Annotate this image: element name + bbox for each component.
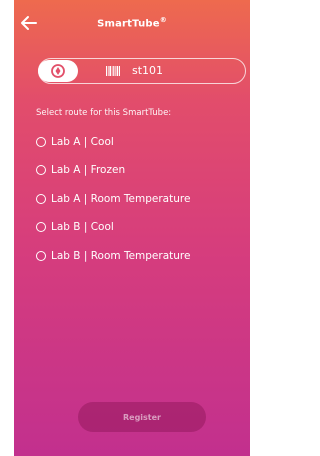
- registered-mark: ®: [159, 16, 167, 24]
- radio-icon[interactable]: [36, 251, 46, 261]
- scan-icon: [51, 64, 65, 78]
- scan-button[interactable]: [38, 60, 78, 82]
- radio-icon[interactable]: [36, 137, 46, 147]
- radio-icon[interactable]: [36, 194, 46, 204]
- radio-icon[interactable]: [36, 165, 46, 175]
- page-title-text: SmartTube: [97, 18, 160, 30]
- route-label: Lab A | Frozen: [51, 164, 126, 176]
- route-option[interactable]: Lab B | Cool: [36, 221, 114, 233]
- route-option[interactable]: Lab A | Cool: [36, 136, 114, 148]
- register-button[interactable]: Register: [78, 402, 206, 432]
- route-label: Lab A | Room Temperature: [51, 193, 191, 205]
- route-option[interactable]: Lab B | Room Temperature: [36, 250, 190, 262]
- route-option[interactable]: Lab A | Frozen: [36, 164, 125, 176]
- phone-screen: SmartTube® st101 Select route for this S…: [14, 0, 250, 456]
- route-label: Lab B | Cool: [51, 221, 114, 233]
- barcode-icon: [106, 66, 120, 76]
- route-option[interactable]: Lab A | Room Temperature: [36, 193, 190, 205]
- page-title: SmartTube®: [14, 16, 250, 29]
- radio-icon[interactable]: [36, 222, 46, 232]
- route-label: Lab B | Room Temperature: [51, 250, 191, 262]
- route-prompt: Select route for this SmartTube:: [36, 108, 172, 118]
- route-label: Lab A | Cool: [51, 136, 114, 148]
- tube-id-value[interactable]: st101: [132, 64, 163, 77]
